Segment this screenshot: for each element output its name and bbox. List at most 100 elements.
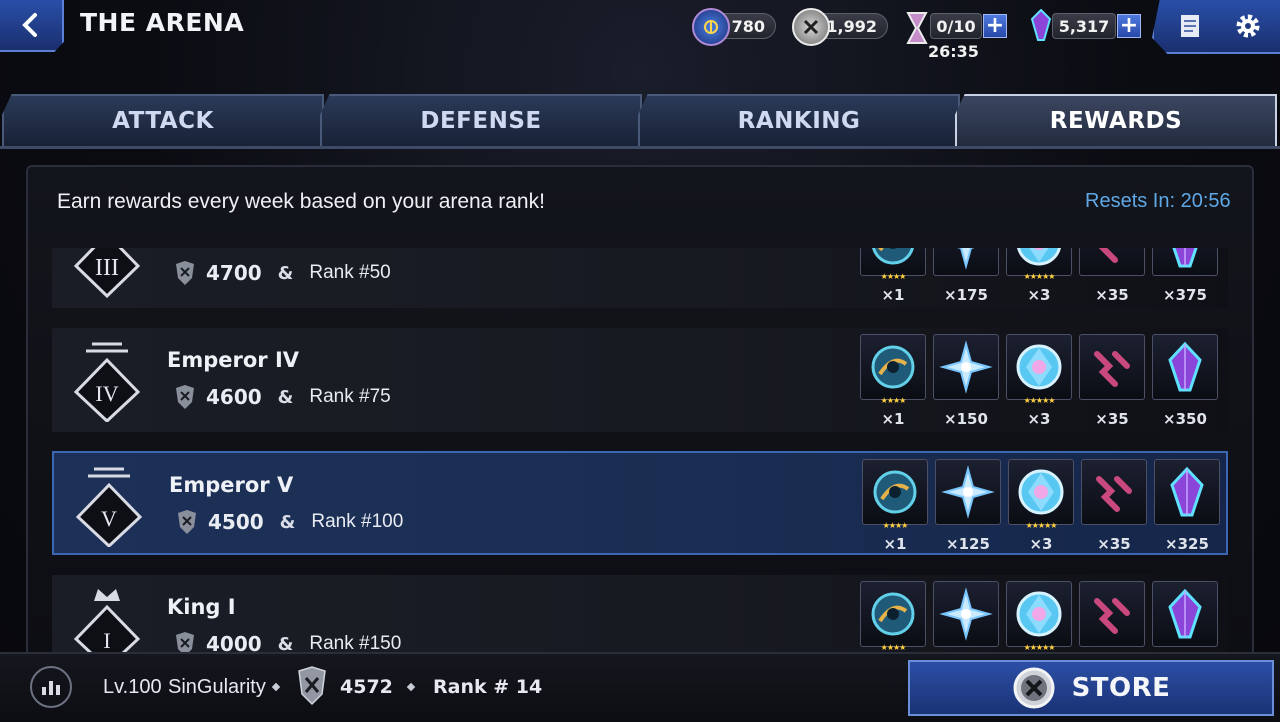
crystal-icon	[1154, 459, 1220, 525]
tier-rank: Rank #50	[309, 262, 391, 283]
reward-item[interactable]: ★★★★★ ×3	[1008, 459, 1074, 553]
crystals-value: 5,317	[1058, 16, 1110, 36]
separator	[406, 682, 416, 692]
reward-quantity: ×35	[1095, 286, 1129, 304]
gear-chip-icon: ★★★★	[860, 248, 926, 281]
player-rank: Rank # 14	[433, 676, 543, 698]
tier-badge-icon: V	[75, 467, 143, 547]
arena-shield-icon	[298, 666, 326, 706]
rarity-stars: ★★★★	[880, 396, 907, 405]
tier-list[interactable]: III 4700 & Rank #50 ★★★★ ×1 ×175 ★★★★★ ×3 ×35…	[50, 248, 1232, 652]
svg-text:I: I	[103, 628, 110, 652]
reward-item[interactable]: ★★★★ ×1	[860, 334, 926, 428]
add-energy-button[interactable]: +	[983, 14, 1007, 38]
resets-timer: Resets In: 20:56	[1085, 190, 1231, 212]
crystal-icon	[1152, 248, 1218, 276]
top-right-buttons	[1152, 0, 1280, 54]
tier-badge-icon: III	[73, 248, 141, 298]
rarity-stars: ★★★★★	[1025, 521, 1058, 530]
reward-item[interactable]: ×35	[1079, 248, 1145, 304]
reward-quantity: ×125	[946, 535, 990, 553]
reward-item[interactable]	[933, 581, 999, 652]
player-bar: Lv.100 SinGularity 4572 Rank # 14 STORE	[0, 652, 1280, 722]
tier-name: Emperor V	[169, 473, 294, 497]
store-label: STORE	[1071, 673, 1171, 703]
star-shard-icon	[933, 334, 999, 400]
medal-icon	[692, 8, 730, 46]
reward-quantity: ×350	[1163, 410, 1207, 428]
gem-orb-icon: ★★★★★	[1006, 334, 1072, 405]
settings-button[interactable]	[1226, 6, 1270, 46]
reward-item[interactable]: ★★★★★	[1006, 581, 1072, 652]
gear-chip-icon: ★★★★	[860, 581, 926, 652]
reward-item[interactable]: ×35	[1081, 459, 1147, 553]
reward-item[interactable]: ★★★★★ ×3	[1006, 248, 1072, 304]
stats-button[interactable]	[30, 666, 72, 708]
reward-quantity: ×375	[1163, 286, 1207, 304]
rewards-description: Earn rewards every week based on your ar…	[57, 190, 545, 213]
player-level: Lv.100	[103, 676, 162, 698]
chevron-left-icon	[22, 13, 37, 37]
rarity-stars: ★★★★★	[1023, 272, 1056, 281]
tier-row: IV Emperor IV 4600 & Rank #75 ★★★★ ×1 ×150…	[52, 328, 1228, 432]
star-shard-icon	[933, 581, 999, 647]
rarity-stars: ★★★★	[880, 272, 907, 281]
tier-row: I King I 4000 & Rank #150 ★★★★ ★★★★★	[52, 575, 1228, 652]
rarity-stars: ★★★★★	[1023, 643, 1056, 652]
tab-ranking[interactable]: RANKING	[638, 94, 960, 146]
tier-name: Emperor IV	[167, 348, 300, 372]
reward-item[interactable]: ×125	[935, 459, 1001, 553]
medals-value: 780	[731, 16, 765, 36]
points-shield-icon	[176, 261, 194, 285]
reward-quantity: ×35	[1095, 410, 1129, 428]
tier-points: 4700	[206, 261, 262, 285]
reward-item[interactable]: ★★★★★ ×3	[1006, 334, 1072, 428]
reward-item[interactable]: ×375	[1152, 248, 1218, 304]
gear-chip-icon: ★★★★	[860, 334, 926, 405]
energy-counter: 0/10	[930, 13, 982, 39]
tab-rewards[interactable]: REWARDS	[955, 94, 1277, 146]
reward-quantity: ×3	[1027, 286, 1051, 304]
tier-name: King I	[167, 595, 236, 619]
tab-bar: ATTACK DEFENSE RANKING REWARDS	[0, 94, 1280, 148]
reward-item[interactable]: ×35	[1079, 334, 1145, 428]
reward-item[interactable]: ×325	[1154, 459, 1220, 553]
reward-quantity: ×150	[944, 410, 988, 428]
reward-item[interactable]: ★★★★	[860, 581, 926, 652]
reward-quantity: ×1	[881, 286, 905, 304]
store-button[interactable]: STORE	[908, 660, 1274, 716]
tier-badge-icon: IV	[73, 342, 141, 422]
tab-attack[interactable]: ATTACK	[2, 94, 324, 146]
energy-timer: 26:35	[928, 42, 979, 61]
back-button[interactable]	[0, 0, 64, 52]
reward-item[interactable]	[1152, 581, 1218, 652]
svg-text:III: III	[95, 255, 119, 281]
rarity-stars: ★★★★	[880, 643, 907, 652]
reward-item[interactable]: ×150	[933, 334, 999, 428]
points-shield-icon	[176, 632, 194, 652]
reward-quantity: ×3	[1027, 410, 1051, 428]
reward-item[interactable]: ×175	[933, 248, 999, 304]
arena-coin-icon	[1013, 667, 1055, 709]
tab-defense[interactable]: DEFENSE	[320, 94, 642, 146]
reward-quantity: ×3	[1029, 535, 1053, 553]
reward-item[interactable]	[1079, 581, 1145, 652]
reward-item[interactable]: ★★★★ ×1	[860, 248, 926, 304]
star-shard-icon	[935, 459, 1001, 525]
tier-badge-icon: I	[73, 589, 141, 652]
svg-text:IV: IV	[95, 381, 118, 406]
tier-rank: Rank #150	[309, 633, 402, 652]
svg-text:V: V	[101, 506, 117, 531]
energy-value: 0/10	[936, 16, 976, 36]
gem-orb-icon: ★★★★★	[1006, 248, 1072, 281]
reward-item[interactable]: ★★★★ ×1	[862, 459, 928, 553]
add-crystals-button[interactable]: +	[1117, 14, 1141, 38]
top-bar: THE ARENA 780 1,992 0/10 + 26:35 5,317 +	[0, 0, 1280, 90]
page-title: THE ARENA	[80, 8, 245, 37]
scroll-icon	[1181, 15, 1199, 37]
link-fragment-icon	[1079, 334, 1145, 400]
arena-coin-icon	[792, 8, 830, 46]
tier-row: III 4700 & Rank #50 ★★★★ ×1 ×175 ★★★★★ ×3 ×35…	[52, 248, 1228, 308]
reward-item[interactable]: ×350	[1152, 334, 1218, 428]
mail-button[interactable]	[1168, 6, 1212, 46]
